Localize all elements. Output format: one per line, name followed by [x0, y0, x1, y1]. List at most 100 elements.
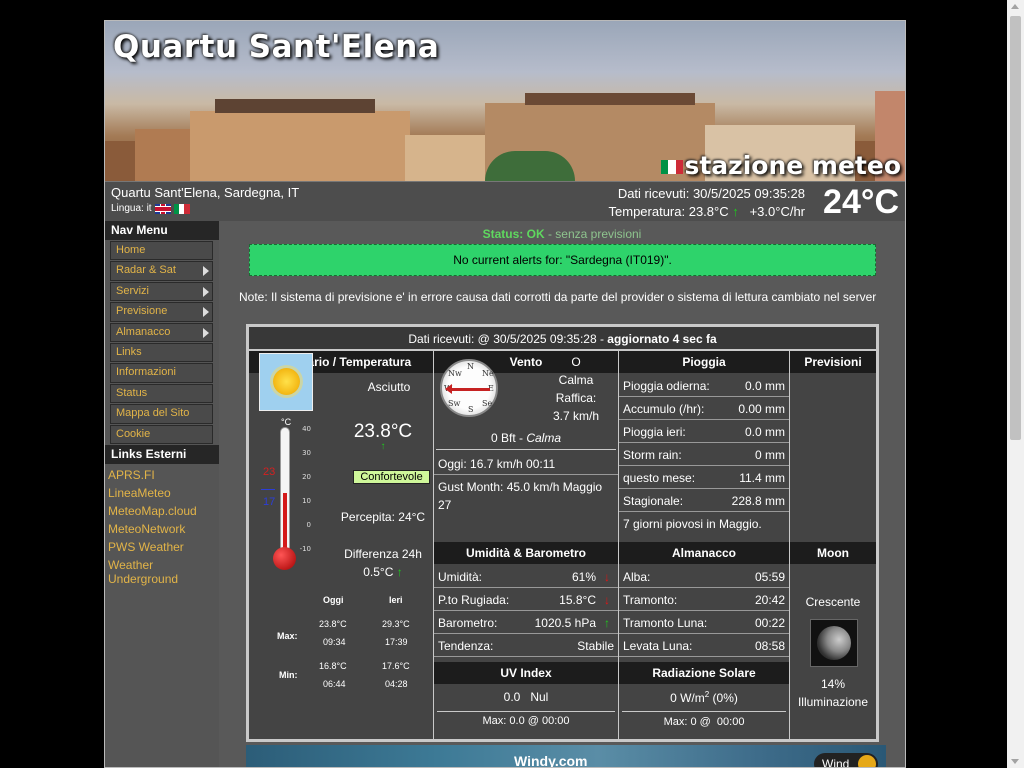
- comfort-badge: Confortevole: [353, 470, 430, 484]
- col-head-almanacco: Almanacco: [619, 542, 789, 564]
- thermo-tick: 40: [302, 425, 311, 433]
- gust-value: 3.7 km/h: [552, 409, 600, 423]
- nav-item-almanacco[interactable]: Almanacco: [110, 322, 213, 342]
- forecast-note: Note: Il sistema di previsione e' in err…: [239, 290, 877, 304]
- windy-map-widget[interactable]: Windy.com Wind: [246, 745, 886, 767]
- moon-illumination-pct: 14%: [820, 677, 846, 691]
- external-link-weather-underground[interactable]: Weather Underground: [108, 558, 215, 586]
- thermometer: °C 40 30 20 10 0 -10: [271, 417, 311, 583]
- scroll-thumb[interactable]: [1010, 16, 1021, 440]
- page-scrollbar[interactable]: [1007, 0, 1024, 768]
- weather-condition-icon: [259, 353, 313, 411]
- wind-needle: [445, 384, 490, 394]
- submenu-arrow-icon: [203, 266, 209, 277]
- moon-icon: [810, 619, 858, 667]
- italian-flag-icon: [661, 160, 683, 174]
- nav-item-cookie[interactable]: Cookie: [110, 424, 213, 444]
- moon-phase: Crescente: [805, 595, 861, 609]
- nav-item-servizi[interactable]: Servizi: [110, 281, 213, 302]
- current-temperature: 24°C: [823, 183, 899, 221]
- external-link-meteonetwork[interactable]: MeteoNetwork: [108, 522, 215, 536]
- data-row: Stagionale: 228.8 mm: [619, 490, 789, 512]
- rain-days: 7 giorni piovosi in Maggio.: [623, 517, 762, 531]
- trend-up-icon: ↑: [604, 616, 610, 630]
- external-link-pws-weather[interactable]: PWS Weather: [108, 540, 215, 554]
- moon-illumination-label: Illuminazione: [797, 695, 869, 709]
- thermo-low-line: [261, 489, 275, 490]
- wind-icon: [858, 755, 876, 767]
- submenu-arrow-icon: [203, 286, 209, 297]
- nav-menu: Home Radar & Sat Servizi Previsione Almanacc…: [105, 241, 219, 444]
- external-links: APRS.FI LineaMeteo MeteoMap.cloud MeteoNetw…: [105, 468, 219, 586]
- windy-logo[interactable]: Windy.com: [514, 753, 588, 767]
- percepita: Percepita: 24°C: [340, 510, 426, 524]
- col-head-pioggia: Pioggia: [619, 351, 789, 373]
- site-title: Quartu Sant'Elena: [113, 29, 440, 65]
- nav-item-status[interactable]: Status: [110, 383, 213, 404]
- col-head-previsioni: Previsioni: [790, 351, 876, 373]
- col-head-umidita: Umidità & Barometro: [434, 542, 618, 564]
- col-head-radiazione: Radiazione Solare: [619, 662, 789, 684]
- italian-flag-icon[interactable]: [173, 203, 190, 214]
- language-selector: Lingua: it: [111, 203, 190, 214]
- wind-direction: O: [571, 355, 581, 369]
- external-link-lineameteo[interactable]: LineaMeteo: [108, 486, 215, 500]
- data-row: Alba: 05:59: [619, 566, 789, 588]
- dati-ricevuti: Dati ricevuti: 30/5/2025 09:35:28: [617, 186, 805, 201]
- data-row: Accumulo (/hr): 0.00 mm: [619, 398, 789, 420]
- trend-down-icon: ↓: [604, 593, 610, 607]
- radiation-value: 0 W/m2 (0%): [670, 690, 738, 705]
- thermo-tick: 30: [302, 449, 311, 457]
- uk-flag-icon[interactable]: [154, 203, 171, 214]
- data-row: Levata Luna: 08:58: [619, 635, 789, 657]
- nav-item-mappa-del-sito[interactable]: Mappa del Sito: [110, 404, 213, 424]
- external-link-aprs-fi[interactable]: APRS.FI: [108, 468, 215, 482]
- data-received-block: Dati ricevuti: 30/5/2025 09:35:28 Temper…: [609, 185, 805, 221]
- external-links-title: Links Esterni: [105, 444, 219, 464]
- thermo-high-marker: 23: [263, 466, 276, 478]
- wind-state: Calma: [558, 373, 594, 387]
- scroll-up-icon[interactable]: [1011, 4, 1019, 9]
- trend-down-icon: ↓: [604, 570, 610, 584]
- page-container: Quartu Sant'Elena stazione meteo Quartu …: [104, 20, 906, 768]
- thermo-unit: °C: [281, 417, 292, 427]
- nav-menu-title: Nav Menu: [105, 221, 219, 240]
- nav-item-radar-sat[interactable]: Radar & Sat: [110, 261, 213, 281]
- nav-item-home[interactable]: Home: [110, 241, 213, 261]
- uv-max: Max: 0.0 @ 00:00: [482, 715, 570, 727]
- lingua-label: Lingua: it: [111, 203, 152, 214]
- windy-wind-button[interactable]: Wind: [814, 753, 878, 767]
- status-label: Status: OK: [482, 227, 545, 241]
- thermo-low-marker: 17: [263, 496, 276, 508]
- header-banner: Quartu Sant'Elena stazione meteo: [105, 21, 905, 181]
- sidebar: Nav Menu Home Radar & Sat Servizi Prevision…: [105, 221, 219, 767]
- stazione-meteo-label: stazione meteo: [684, 151, 901, 180]
- info-bar: Quartu Sant'Elena, Sardegna, IT Lingua: …: [105, 181, 905, 221]
- external-link-meteomap-cloud[interactable]: MeteoMap.cloud: [108, 504, 215, 518]
- uv-value: 0.0 Nul: [503, 690, 549, 704]
- summary-temperature: 23.8°C: [353, 421, 413, 442]
- thermo-bulb: [273, 547, 296, 570]
- nav-item-informazioni[interactable]: Informazioni: [110, 363, 213, 383]
- condition-label: Asciutto: [367, 380, 411, 394]
- data-row: Pioggia ieri: 0.0 mm: [619, 421, 789, 443]
- location-label: Quartu Sant'Elena, Sardegna, IT: [111, 185, 300, 200]
- main-content: Status: OK - senza previsioni No current…: [219, 221, 905, 767]
- data-row: Tramonto Luna: 00:22: [619, 612, 789, 634]
- nav-item-previsione[interactable]: Previsione: [110, 302, 213, 322]
- gust-label: Raffica:: [555, 391, 597, 405]
- submenu-arrow-icon: [203, 307, 209, 318]
- nav-item-links[interactable]: Links: [110, 342, 213, 363]
- weather-panel: Dati ricevuti: @ 30/5/2025 09:35:28 - ag…: [246, 324, 879, 742]
- trend-up-icon: ↑: [732, 204, 739, 219]
- diff-24h-row: 0.5°C ↑: [363, 565, 403, 579]
- status-line: Status: OK - senza previsioni: [219, 227, 905, 241]
- wind-compass-icon: N Ne E Se S Sw W Nw: [440, 359, 498, 417]
- diff-24h-label: Differenza 24h: [344, 547, 422, 561]
- data-row: questo mese: 11.4 mm: [619, 467, 789, 489]
- alert-box: No current alerts for: "Sardegna (IT019)…: [249, 244, 876, 276]
- scroll-down-icon[interactable]: [1011, 759, 1019, 764]
- thermo-tick: 10: [302, 497, 311, 505]
- data-row: Storm rain: 0 mm: [619, 444, 789, 466]
- trend-up-icon: ↑: [380, 441, 386, 452]
